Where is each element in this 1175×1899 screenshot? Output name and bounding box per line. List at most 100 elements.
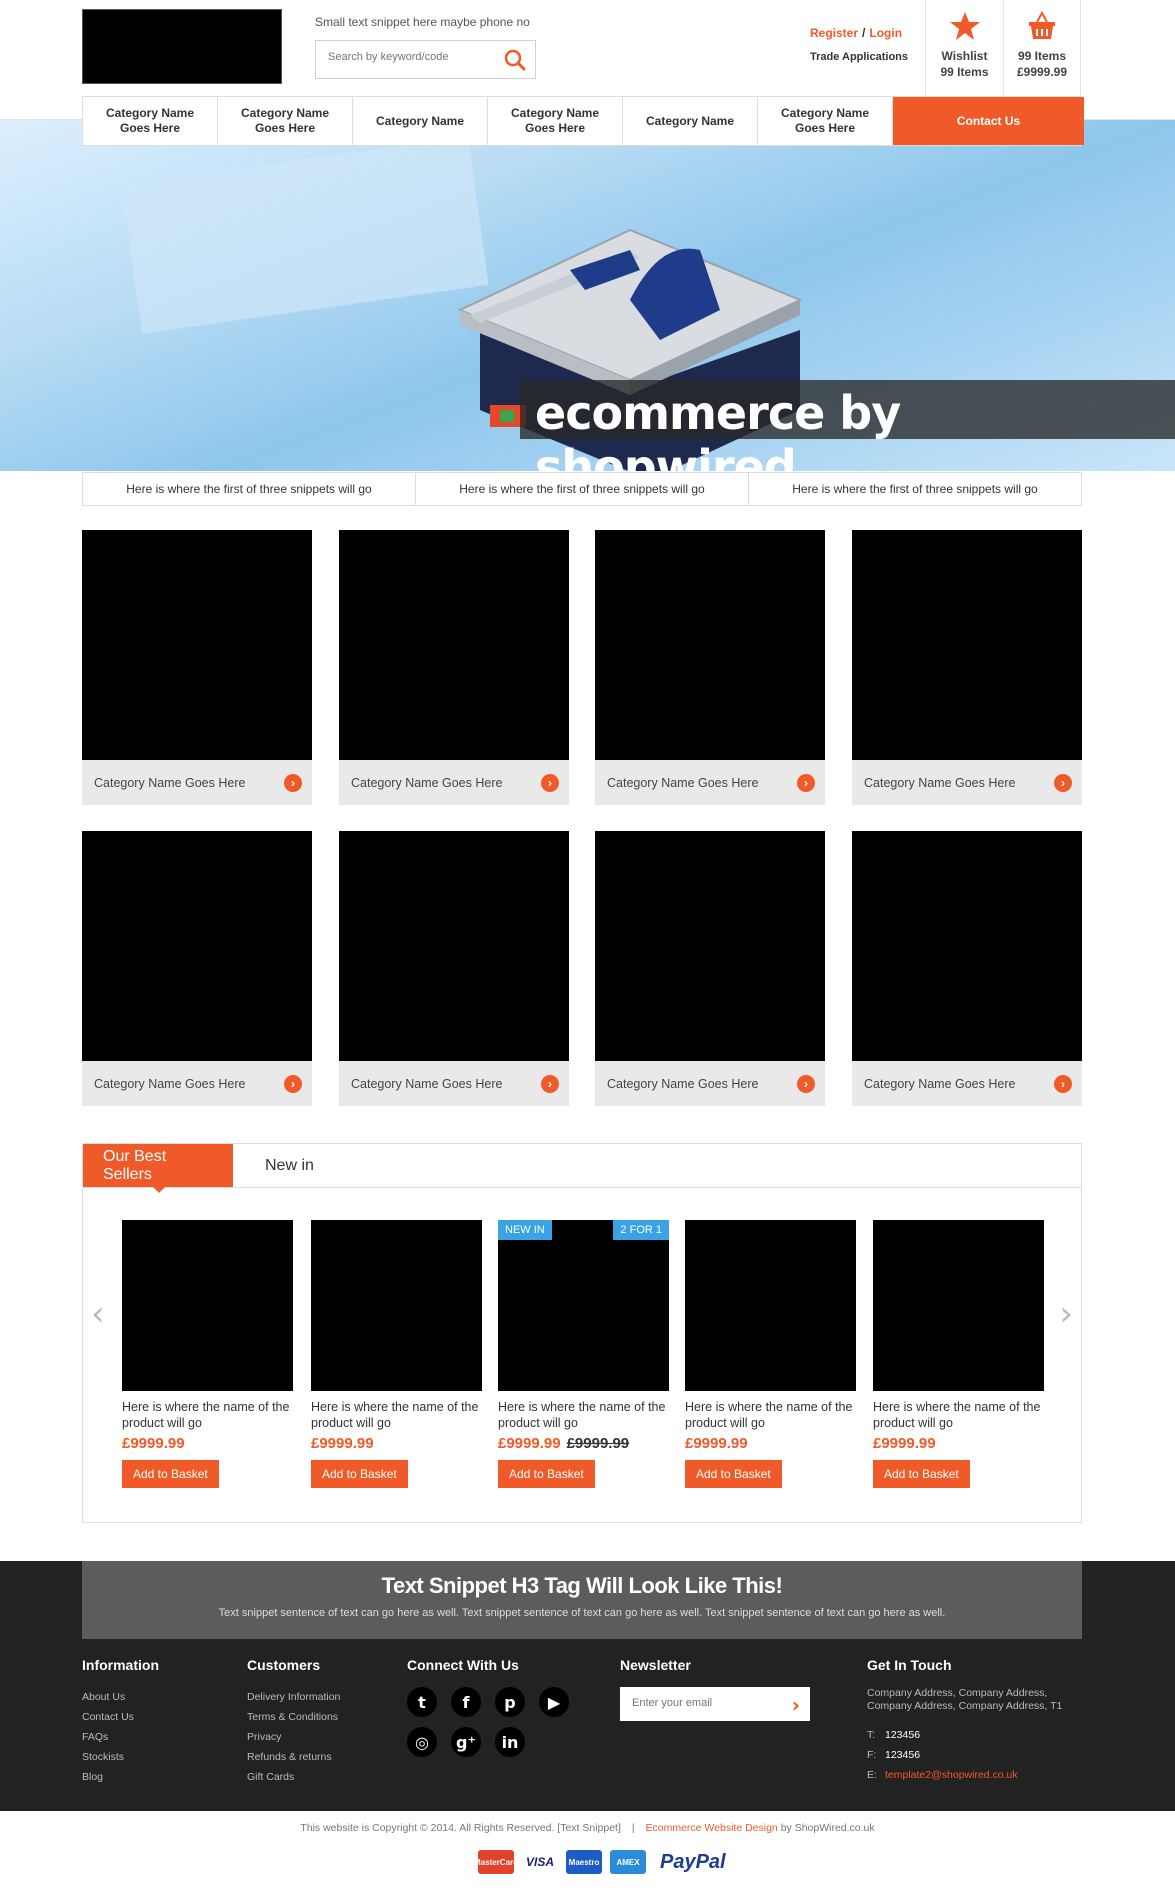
nav-item-category[interactable]: Category Name Goes Here	[758, 97, 893, 145]
arrow-right-icon[interactable]: ›	[284, 773, 302, 792]
add-to-basket-button[interactable]: Add to Basket	[873, 1460, 970, 1488]
arrow-right-icon[interactable]: ›	[1054, 1074, 1072, 1093]
wishlist-button[interactable]: Wishlist 99 Items	[925, 0, 1003, 96]
category-image[interactable]	[852, 530, 1082, 760]
footer-link[interactable]: Blog	[82, 1767, 159, 1787]
product-image[interactable]	[311, 1220, 482, 1391]
category-card[interactable]: Category Name Goes Here ›	[595, 530, 825, 805]
login-link[interactable]: Login	[869, 26, 902, 40]
category-image[interactable]	[82, 831, 312, 1061]
newsletter-form: ›	[620, 1687, 810, 1721]
nav-item-category[interactable]: Category Name Goes Here	[488, 97, 623, 145]
footer-link[interactable]: Contact Us	[82, 1707, 159, 1727]
add-to-basket-button[interactable]: Add to Basket	[685, 1460, 782, 1488]
nav-item-category[interactable]: Category Name	[623, 97, 758, 145]
category-label[interactable]: Category Name Goes Here ›	[82, 1061, 312, 1106]
category-card[interactable]: Category Name Goes Here ›	[852, 831, 1082, 1106]
snippet-strip: Here is where the first of three snippet…	[82, 472, 1082, 506]
product-card: Here is where the name of the product wi…	[685, 1220, 856, 1488]
category-label[interactable]: Category Name Goes Here ›	[852, 760, 1082, 805]
nav-item-category[interactable]: Category Name	[353, 97, 488, 145]
carousel-prev-icon[interactable]: ‹	[91, 1294, 105, 1334]
category-image[interactable]	[82, 530, 312, 760]
linkedin-icon[interactable]: in	[495, 1727, 525, 1757]
pinterest-icon[interactable]: p	[495, 1687, 525, 1717]
product-price: £9999.99	[122, 1435, 293, 1452]
account-separator: /	[862, 26, 866, 40]
add-to-basket-button[interactable]: Add to Basket	[311, 1460, 408, 1488]
product-name[interactable]: Here is where the name of the product wi…	[873, 1399, 1044, 1431]
category-label[interactable]: Category Name Goes Here ›	[82, 760, 312, 805]
category-image[interactable]	[339, 831, 569, 1061]
product-image[interactable]	[873, 1220, 1044, 1391]
add-to-basket-button[interactable]: Add to Basket	[122, 1460, 219, 1488]
phone-value: 123456	[885, 1729, 921, 1741]
nav-item-contact-us[interactable]: Contact Us	[893, 97, 1084, 145]
email-link[interactable]: template2@shopwired.co.uk	[885, 1769, 1018, 1781]
nav-item-category[interactable]: Category Name Goes Here	[218, 97, 353, 145]
youtube-icon[interactable]: ▶	[539, 1687, 569, 1717]
search-icon[interactable]	[503, 48, 527, 72]
product-name[interactable]: Here is where the name of the product wi…	[498, 1399, 669, 1431]
category-card[interactable]: Category Name Goes Here ›	[82, 530, 312, 805]
design-credit-link[interactable]: Ecommerce Website Design	[645, 1822, 777, 1834]
category-card[interactable]: Category Name Goes Here ›	[82, 831, 312, 1106]
footer-link[interactable]: Delivery Information	[247, 1687, 340, 1707]
category-image[interactable]	[595, 831, 825, 1061]
site-footer: Text Snippet H3 Tag Will Look Like This!…	[0, 1561, 1175, 1811]
category-image[interactable]	[339, 530, 569, 760]
category-label[interactable]: Category Name Goes Here ›	[595, 760, 825, 805]
footer-link[interactable]: Privacy	[247, 1727, 340, 1747]
nav-item-category[interactable]: Category Name Goes Here	[83, 97, 218, 145]
category-image[interactable]	[852, 831, 1082, 1061]
add-to-basket-button[interactable]: Add to Basket	[498, 1460, 595, 1488]
site-logo[interactable]	[82, 9, 282, 84]
product-name[interactable]: Here is where the name of the product wi…	[311, 1399, 482, 1431]
category-card[interactable]: Category Name Goes Here ›	[852, 530, 1082, 805]
category-label[interactable]: Category Name Goes Here ›	[852, 1061, 1082, 1106]
arrow-right-icon[interactable]: ›	[284, 1074, 302, 1093]
footer-connect: Connect With Us t f p ▶ ◎ g⁺ in	[407, 1657, 587, 1757]
arrow-right-icon[interactable]: ›	[541, 1074, 559, 1093]
arrow-right-icon[interactable]: ›	[797, 773, 815, 792]
search-input[interactable]	[328, 51, 488, 63]
category-card[interactable]: Category Name Goes Here ›	[339, 831, 569, 1106]
trade-applications-link[interactable]: Trade Applications	[810, 51, 908, 63]
footer-link[interactable]: Gift Cards	[247, 1767, 340, 1787]
arrow-right-icon[interactable]: ›	[541, 773, 559, 792]
category-image[interactable]	[595, 530, 825, 760]
product-name[interactable]: Here is where the name of the product wi…	[122, 1399, 293, 1431]
category-label[interactable]: Category Name Goes Here ›	[595, 1061, 825, 1106]
category-name: Category Name Goes Here	[94, 775, 246, 790]
register-link[interactable]: Register	[810, 26, 858, 40]
basket-button[interactable]: 99 Items £9999.99	[1003, 0, 1081, 96]
twitter-icon[interactable]: t	[407, 1687, 437, 1717]
product-image[interactable]	[122, 1220, 293, 1391]
product-name[interactable]: Here is where the name of the product wi…	[685, 1399, 856, 1431]
google-plus-icon[interactable]: g⁺	[451, 1727, 481, 1757]
footer-link[interactable]: Terms & Conditions	[247, 1707, 340, 1727]
maestro-icon: Maestro	[566, 1850, 602, 1874]
footer-link[interactable]: Refunds & returns	[247, 1747, 340, 1767]
product-image[interactable]: NEW IN 2 FOR 1	[498, 1220, 669, 1391]
newsletter-submit-icon[interactable]: ›	[792, 1693, 800, 1717]
product-price-value: £9999.99	[873, 1435, 936, 1452]
category-card[interactable]: Category Name Goes Here ›	[339, 530, 569, 805]
account-links: Register / Login	[810, 26, 902, 40]
hero-banner[interactable]: ecommerce by shopwired	[0, 120, 1175, 471]
newsletter-email-input[interactable]	[632, 1697, 772, 1709]
arrow-right-icon[interactable]: ›	[1054, 773, 1072, 792]
instagram-icon[interactable]: ◎	[407, 1727, 437, 1757]
arrow-right-icon[interactable]: ›	[797, 1074, 815, 1093]
tab-new-in[interactable]: New in	[233, 1144, 334, 1187]
category-label[interactable]: Category Name Goes Here ›	[339, 1061, 569, 1106]
carousel-next-icon[interactable]: ›	[1059, 1294, 1073, 1334]
footer-link[interactable]: Stockists	[82, 1747, 159, 1767]
footer-link[interactable]: About Us	[82, 1687, 159, 1707]
tab-best-sellers[interactable]: Our Best Sellers	[83, 1144, 233, 1193]
product-image[interactable]	[685, 1220, 856, 1391]
category-label[interactable]: Category Name Goes Here ›	[339, 760, 569, 805]
footer-link[interactable]: FAQs	[82, 1727, 159, 1747]
facebook-icon[interactable]: f	[451, 1687, 481, 1717]
category-card[interactable]: Category Name Goes Here ›	[595, 831, 825, 1106]
